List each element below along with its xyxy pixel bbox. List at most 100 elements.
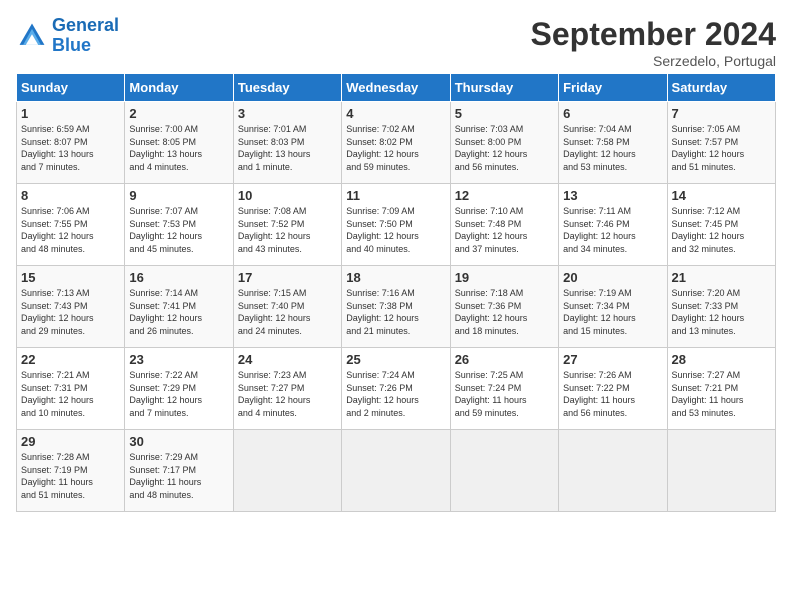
calendar-cell: 24 Sunrise: 7:23 AM Sunset: 7:27 PM Dayli… — [233, 348, 341, 430]
calendar-cell: 25 Sunrise: 7:24 AM Sunset: 7:26 PM Dayli… — [342, 348, 450, 430]
day-content: Sunrise: 7:14 AM Sunset: 7:41 PM Dayligh… — [129, 287, 228, 337]
calendar-cell: 3Sunrise: 7:01 AM Sunset: 8:03 PM Daylig… — [233, 102, 341, 184]
calendar-cell: 18Sunrise: 7:16 AM Sunset: 7:38 PM Dayli… — [342, 266, 450, 348]
day-content: Sunrise: 7:28 AM Sunset: 7:19 PM Dayligh… — [21, 451, 120, 501]
day-number: 19 — [455, 270, 554, 285]
day-number: 12 — [455, 188, 554, 203]
day-header-sunday: Sunday — [17, 74, 125, 102]
header: General Blue September 2024 Serzedelo, P… — [16, 16, 776, 69]
calendar-cell: 6 Sunrise: 7:04 AM Sunset: 7:58 PM Daylig… — [559, 102, 667, 184]
day-content: Sunrise: 7:26 AM Sunset: 7:22 PM Dayligh… — [563, 369, 662, 419]
day-content: Sunrise: 7:23 AM Sunset: 7:27 PM Dayligh… — [238, 369, 337, 419]
title-block: September 2024 Serzedelo, Portugal — [531, 16, 776, 69]
day-content: Sunrise: 7:04 AM Sunset: 7:58 PM Dayligh… — [563, 123, 662, 173]
day-number: 25 — [346, 352, 445, 367]
day-number: 28 — [672, 352, 771, 367]
day-number: 26 — [455, 352, 554, 367]
day-content: Sunrise: 7:09 AM Sunset: 7:50 PM Dayligh… — [346, 205, 445, 255]
day-content: Sunrise: 7:18 AM Sunset: 7:36 PM Dayligh… — [455, 287, 554, 337]
calendar-cell: 8 Sunrise: 7:06 AM Sunset: 7:55 PM Daylig… — [17, 184, 125, 266]
header-row: SundayMondayTuesdayWednesdayThursdayFrid… — [17, 74, 776, 102]
calendar-cell: 5Sunrise: 7:03 AM Sunset: 8:00 PM Daylig… — [450, 102, 558, 184]
day-content: Sunrise: 7:13 AM Sunset: 7:43 PM Dayligh… — [21, 287, 120, 337]
day-number: 8 — [21, 188, 120, 203]
day-content: Sunrise: 7:29 AM Sunset: 7:17 PM Dayligh… — [129, 451, 228, 501]
day-content: Sunrise: 7:22 AM Sunset: 7:29 PM Dayligh… — [129, 369, 228, 419]
day-header-wednesday: Wednesday — [342, 74, 450, 102]
day-content: Sunrise: 7:15 AM Sunset: 7:40 PM Dayligh… — [238, 287, 337, 337]
day-number: 30 — [129, 434, 228, 449]
day-number: 3 — [238, 106, 337, 121]
day-content: Sunrise: 7:11 AM Sunset: 7:46 PM Dayligh… — [563, 205, 662, 255]
week-row-4: 22Sunrise: 7:21 AM Sunset: 7:31 PM Dayli… — [17, 348, 776, 430]
calendar-cell: 2Sunrise: 7:00 AM Sunset: 8:05 PM Daylig… — [125, 102, 233, 184]
day-content: Sunrise: 7:12 AM Sunset: 7:45 PM Dayligh… — [672, 205, 771, 255]
calendar-cell: 12 Sunrise: 7:10 AM Sunset: 7:48 PM Dayli… — [450, 184, 558, 266]
calendar-cell: 20Sunrise: 7:19 AM Sunset: 7:34 PM Dayli… — [559, 266, 667, 348]
calendar-cell: 28Sunrise: 7:27 AM Sunset: 7:21 PM Dayli… — [667, 348, 775, 430]
week-row-2: 8 Sunrise: 7:06 AM Sunset: 7:55 PM Daylig… — [17, 184, 776, 266]
week-row-5: 29 Sunrise: 7:28 AM Sunset: 7:19 PM Dayli… — [17, 430, 776, 512]
day-number: 11 — [346, 188, 445, 203]
day-content: Sunrise: 7:20 AM Sunset: 7:33 PM Dayligh… — [672, 287, 771, 337]
calendar-cell: 17 Sunrise: 7:15 AM Sunset: 7:40 PM Dayli… — [233, 266, 341, 348]
day-content: Sunrise: 7:08 AM Sunset: 7:52 PM Dayligh… — [238, 205, 337, 255]
calendar-cell — [450, 430, 558, 512]
calendar-cell: 4 Sunrise: 7:02 AM Sunset: 8:02 PM Daylig… — [342, 102, 450, 184]
calendar-cell: 21 Sunrise: 7:20 AM Sunset: 7:33 PM Dayli… — [667, 266, 775, 348]
calendar-cell: 23 Sunrise: 7:22 AM Sunset: 7:29 PM Dayli… — [125, 348, 233, 430]
calendar-cell: 1Sunrise: 6:59 AM Sunset: 8:07 PM Daylig… — [17, 102, 125, 184]
day-number: 16 — [129, 270, 228, 285]
calendar-cell: 22Sunrise: 7:21 AM Sunset: 7:31 PM Dayli… — [17, 348, 125, 430]
calendar-cell: 16 Sunrise: 7:14 AM Sunset: 7:41 PM Dayli… — [125, 266, 233, 348]
logo-blue: Blue — [52, 35, 91, 55]
day-number: 13 — [563, 188, 662, 203]
day-number: 23 — [129, 352, 228, 367]
page-container: General Blue September 2024 Serzedelo, P… — [0, 0, 792, 520]
calendar-cell: 13 Sunrise: 7:11 AM Sunset: 7:46 PM Dayli… — [559, 184, 667, 266]
day-content: Sunrise: 7:24 AM Sunset: 7:26 PM Dayligh… — [346, 369, 445, 419]
day-number: 24 — [238, 352, 337, 367]
day-number: 29 — [21, 434, 120, 449]
calendar-body: 1Sunrise: 6:59 AM Sunset: 8:07 PM Daylig… — [17, 102, 776, 512]
day-content: Sunrise: 7:02 AM Sunset: 8:02 PM Dayligh… — [346, 123, 445, 173]
day-header-thursday: Thursday — [450, 74, 558, 102]
day-number: 15 — [21, 270, 120, 285]
day-number: 21 — [672, 270, 771, 285]
calendar-cell: 27Sunrise: 7:26 AM Sunset: 7:22 PM Dayli… — [559, 348, 667, 430]
day-header-tuesday: Tuesday — [233, 74, 341, 102]
calendar-cell: 9 Sunrise: 7:07 AM Sunset: 7:53 PM Daylig… — [125, 184, 233, 266]
day-number: 2 — [129, 106, 228, 121]
week-row-1: 1Sunrise: 6:59 AM Sunset: 8:07 PM Daylig… — [17, 102, 776, 184]
calendar-cell: 26 Sunrise: 7:25 AM Sunset: 7:24 PM Dayli… — [450, 348, 558, 430]
logo-icon — [16, 20, 48, 52]
day-number: 22 — [21, 352, 120, 367]
logo-general: General — [52, 15, 119, 35]
day-number: 14 — [672, 188, 771, 203]
calendar-cell — [667, 430, 775, 512]
day-content: Sunrise: 6:59 AM Sunset: 8:07 PM Dayligh… — [21, 123, 120, 173]
calendar-cell: 15 Sunrise: 7:13 AM Sunset: 7:43 PM Dayli… — [17, 266, 125, 348]
day-header-monday: Monday — [125, 74, 233, 102]
day-number: 4 — [346, 106, 445, 121]
calendar-cell — [559, 430, 667, 512]
calendar-cell: 30 Sunrise: 7:29 AM Sunset: 7:17 PM Dayli… — [125, 430, 233, 512]
calendar-header: SundayMondayTuesdayWednesdayThursdayFrid… — [17, 74, 776, 102]
day-header-saturday: Saturday — [667, 74, 775, 102]
day-number: 9 — [129, 188, 228, 203]
calendar-cell: 29 Sunrise: 7:28 AM Sunset: 7:19 PM Dayli… — [17, 430, 125, 512]
calendar-cell — [342, 430, 450, 512]
logo-text: General Blue — [52, 16, 119, 56]
day-content: Sunrise: 7:06 AM Sunset: 7:55 PM Dayligh… — [21, 205, 120, 255]
day-header-friday: Friday — [559, 74, 667, 102]
calendar-cell: 14 Sunrise: 7:12 AM Sunset: 7:45 PM Dayli… — [667, 184, 775, 266]
day-content: Sunrise: 7:07 AM Sunset: 7:53 PM Dayligh… — [129, 205, 228, 255]
day-content: Sunrise: 7:05 AM Sunset: 7:57 PM Dayligh… — [672, 123, 771, 173]
calendar-cell: 10Sunrise: 7:08 AM Sunset: 7:52 PM Dayli… — [233, 184, 341, 266]
day-number: 6 — [563, 106, 662, 121]
calendar-cell: 7Sunrise: 7:05 AM Sunset: 7:57 PM Daylig… — [667, 102, 775, 184]
month-title: September 2024 — [531, 16, 776, 53]
day-number: 17 — [238, 270, 337, 285]
day-content: Sunrise: 7:25 AM Sunset: 7:24 PM Dayligh… — [455, 369, 554, 419]
day-content: Sunrise: 7:10 AM Sunset: 7:48 PM Dayligh… — [455, 205, 554, 255]
